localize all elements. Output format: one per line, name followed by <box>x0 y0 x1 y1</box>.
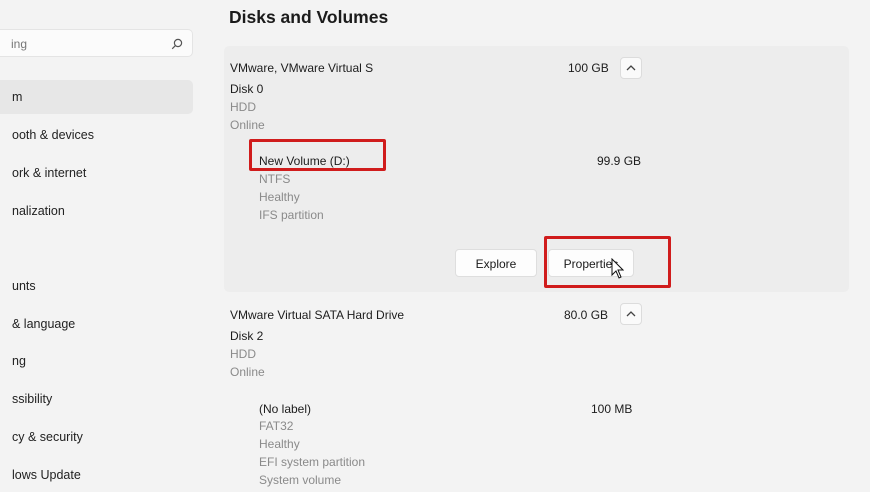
sidebar-item-label: lows Update <box>12 468 81 482</box>
sidebar-item-accounts[interactable]: unts <box>0 269 193 303</box>
sidebar-item-label: ng <box>12 354 26 368</box>
volume-filesystem: FAT32 <box>259 419 294 433</box>
disk-card: VMware Virtual SATA Hard Drive 80.0 GB D… <box>224 297 849 491</box>
disk-size: 80.0 GB <box>564 308 609 322</box>
chevron-up-icon <box>626 65 636 71</box>
sidebar: ing m ooth & devices ork & internet nali… <box>0 0 200 491</box>
sidebar-item-label: unts <box>12 279 36 293</box>
collapse-button[interactable] <box>620 303 642 325</box>
mouse-cursor-icon <box>611 258 624 279</box>
sidebar-item-bluetooth[interactable]: ooth & devices <box>0 118 193 152</box>
volume-health: Healthy <box>259 437 300 451</box>
disk-name: VMware, VMware Virtual S <box>230 61 374 75</box>
sidebar-item-label: nalization <box>12 204 65 218</box>
sidebar-item-label: & language <box>12 317 76 331</box>
volume-extra: System volume <box>259 473 342 487</box>
disk-name: VMware Virtual SATA Hard Drive <box>230 308 405 322</box>
volume-size: 99.9 GB <box>597 154 642 168</box>
search-input[interactable]: ing <box>0 29 193 57</box>
volume-filesystem: NTFS <box>259 172 291 186</box>
disk-size: 100 GB <box>568 61 609 75</box>
sidebar-item-label: ork & internet <box>12 166 87 180</box>
page-title: Disks and Volumes <box>229 7 389 27</box>
sidebar-item-privacy-security[interactable]: cy & security <box>0 420 193 454</box>
volume-partition: EFI system partition <box>259 455 366 469</box>
disk-label: Disk 0 <box>230 82 264 96</box>
disk-label: Disk 2 <box>230 329 264 343</box>
explore-button[interactable]: Explore <box>455 249 537 277</box>
explore-label: Explore <box>475 257 517 271</box>
sidebar-item-label: ssibility <box>12 392 53 406</box>
chevron-up-icon <box>626 311 636 317</box>
properties-highlight <box>544 236 671 288</box>
volume-name-highlight <box>249 139 386 171</box>
search-text: ing <box>11 37 28 51</box>
sidebar-item-time-language[interactable]: & language <box>0 307 193 341</box>
sidebar-item-windows-update[interactable]: lows Update <box>0 458 193 492</box>
sidebar-item-gaming[interactable]: ng <box>0 344 193 378</box>
sidebar-item-personalization[interactable]: nalization <box>0 194 193 228</box>
disk-status: Online <box>230 365 265 379</box>
sidebar-item-accessibility[interactable]: ssibility <box>0 382 193 416</box>
volume-size: 100 MB <box>591 402 633 416</box>
volume-partition: IFS partition <box>259 208 324 222</box>
disk-type: HDD <box>230 347 256 361</box>
volume-name[interactable]: (No label) <box>259 402 311 416</box>
sidebar-item-label: m <box>12 90 23 104</box>
disk-type: HDD <box>230 100 256 114</box>
collapse-button[interactable] <box>620 57 642 79</box>
sidebar-item-label: cy & security <box>12 430 83 444</box>
volume-health: Healthy <box>259 190 300 204</box>
sidebar-item-network[interactable]: ork & internet <box>0 156 193 190</box>
search-icon[interactable] <box>170 37 184 51</box>
sidebar-item-system[interactable]: m <box>0 80 193 114</box>
disk-status: Online <box>230 118 265 132</box>
main-content: Disks and Volumes VMware, VMware Virtual… <box>205 0 870 491</box>
sidebar-item-label: ooth & devices <box>12 128 94 142</box>
